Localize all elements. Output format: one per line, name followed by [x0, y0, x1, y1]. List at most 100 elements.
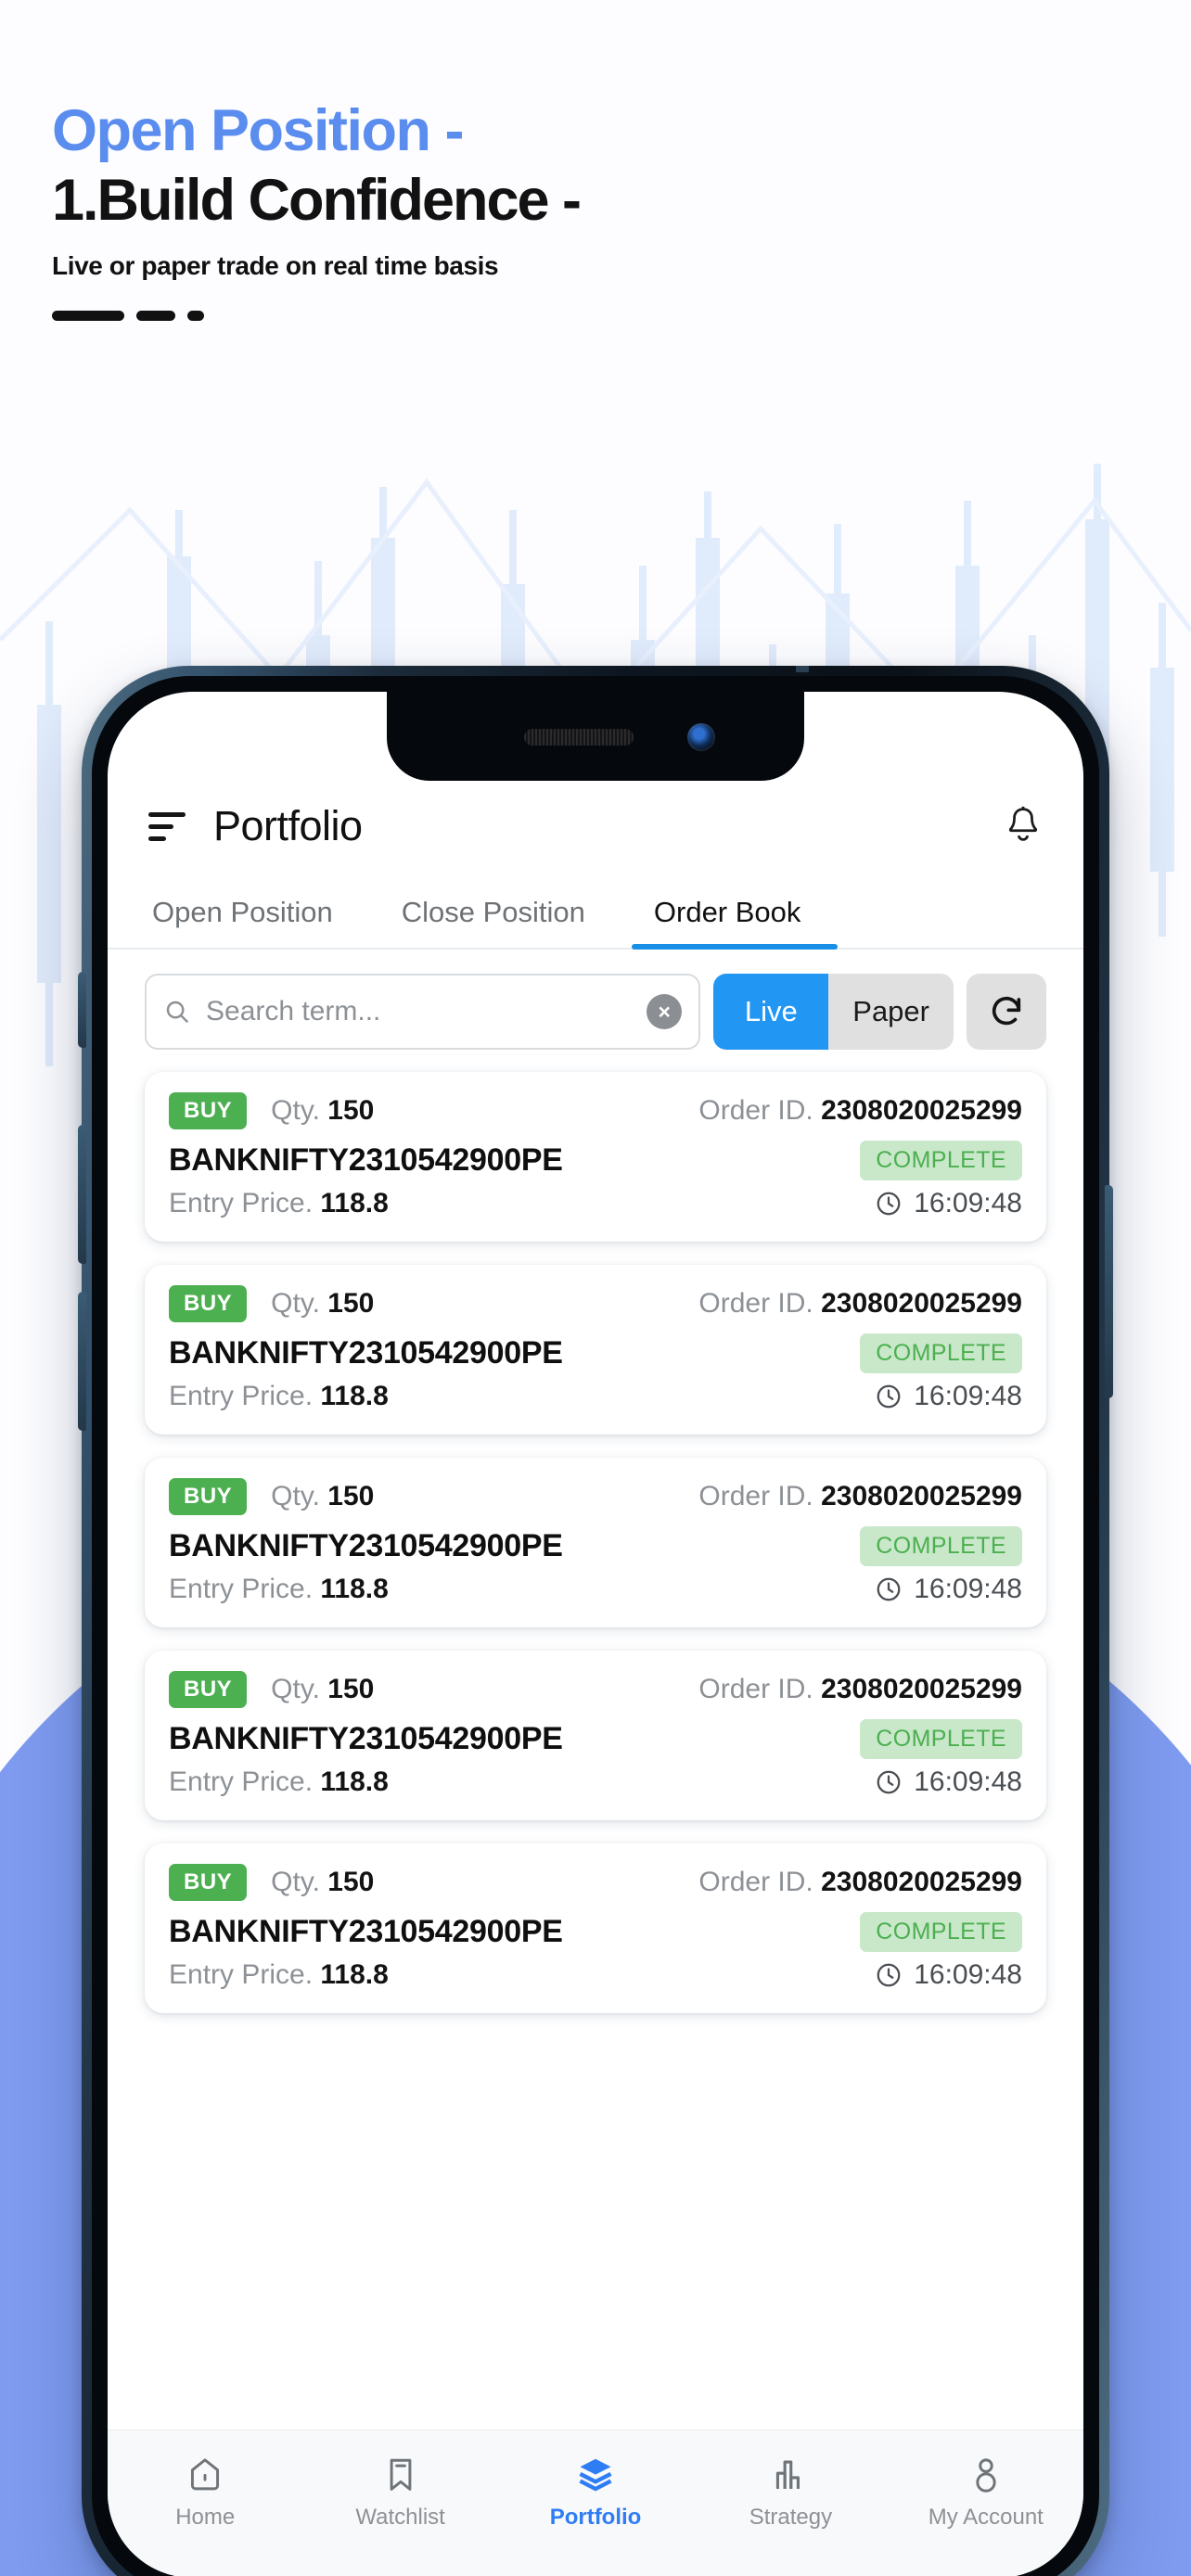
page-title: Portfolio	[213, 802, 363, 849]
order-quantity: Qty. 150	[271, 1481, 374, 1512]
order-id-value: 2308020025299	[821, 1095, 1022, 1126]
order-entry-price: Entry Price. 118.8	[169, 1188, 389, 1219]
bottom-navigation: Home Watchlist Portfolio Strategy My Acc…	[108, 2429, 1083, 2576]
clear-circle-icon[interactable]: ×	[647, 994, 683, 1029]
status-badge: BUY	[169, 1671, 248, 1708]
order-status-badge: COMPLETE	[860, 1912, 1022, 1952]
order-time-value: 16:09:48	[914, 1188, 1022, 1218]
phone-volume-down-button	[78, 1292, 86, 1431]
phone-mute-switch	[78, 972, 86, 1048]
headline-black: 1.Build Confidence -	[52, 167, 582, 233]
promo-page: Open Position - 1.Build Confidence - Liv…	[0, 0, 1191, 2576]
tab-close-position[interactable]: Close Position	[392, 896, 595, 948]
nav-label-portfolio: Portfolio	[549, 2505, 642, 2530]
order-id: Order ID. 2308020025299	[698, 1288, 1022, 1320]
order-card-row-top: BUY Qty. 150 Order ID. 2308020025299	[169, 1478, 1022, 1515]
order-id: Order ID. 2308020025299	[698, 1095, 1022, 1127]
order-quantity-value: 150	[327, 1481, 375, 1511]
home-icon	[191, 2458, 220, 2491]
order-book-list[interactable]: BUY Qty. 150 Order ID. 2308020025299 BAN…	[108, 1065, 1083, 2429]
order-time: 16:09:48	[875, 1959, 1022, 1991]
order-entry-price: Entry Price. 118.8	[169, 1381, 389, 1412]
order-entry-price-value: 118.8	[320, 1766, 389, 1797]
order-card-row-mid: BANKNIFTY2310542900PE COMPLETE	[169, 1141, 1022, 1180]
headline-subtitle: Live or paper trade on real time basis	[52, 251, 499, 281]
order-id: Order ID. 2308020025299	[698, 1867, 1022, 1898]
tab-open-position[interactable]: Open Position	[143, 896, 342, 948]
order-id-label: Order ID.	[698, 1095, 813, 1126]
order-entry-price-label: Entry Price.	[169, 1188, 314, 1218]
order-entry-price-label: Entry Price.	[169, 1381, 314, 1411]
order-card-row-top: BUY Qty. 150 Order ID. 2308020025299	[169, 1092, 1022, 1129]
search-input[interactable]: Search term... ×	[145, 974, 701, 1050]
order-status-badge: COMPLETE	[860, 1526, 1022, 1566]
clock-icon	[877, 1192, 901, 1216]
order-card-row-mid: BANKNIFTY2310542900PE COMPLETE	[169, 1333, 1022, 1373]
nav-label-my-account: My Account	[928, 2505, 1044, 2530]
refresh-button[interactable]	[967, 974, 1046, 1050]
order-card-row-bottom: Entry Price. 118.8 16:09:48	[169, 1188, 1022, 1219]
order-symbol: BANKNIFTY2310542900PE	[169, 1528, 563, 1563]
order-status-badge: COMPLETE	[860, 1333, 1022, 1373]
table-row[interactable]: BUY Qty. 150 Order ID. 2308020025299 BAN…	[145, 1843, 1046, 2013]
order-card-row-mid: BANKNIFTY2310542900PE COMPLETE	[169, 1719, 1022, 1759]
mode-toggle-paper[interactable]: Paper	[828, 974, 954, 1050]
slide-indicator	[52, 311, 580, 322]
status-badge: BUY	[169, 1285, 248, 1322]
table-row[interactable]: BUY Qty. 150 Order ID. 2308020025299 BAN…	[145, 1458, 1046, 1627]
order-quantity-label: Qty.	[271, 1095, 320, 1126]
status-badge: BUY	[169, 1478, 248, 1515]
order-time: 16:09:48	[875, 1574, 1022, 1605]
table-row[interactable]: BUY Qty. 150 Order ID. 2308020025299 BAN…	[145, 1265, 1046, 1435]
bell-icon[interactable]	[1004, 805, 1043, 848]
nav-item-home[interactable]: Home	[108, 2455, 302, 2531]
order-entry-price: Entry Price. 118.8	[169, 1574, 389, 1605]
mode-toggle-group: Live Paper	[713, 974, 954, 1050]
order-entry-price-label: Entry Price.	[169, 1959, 314, 1990]
order-entry-price-value: 118.8	[320, 1959, 389, 1990]
order-card-row-top: BUY Qty. 150 Order ID. 2308020025299	[169, 1864, 1022, 1901]
order-quantity: Qty. 150	[271, 1288, 374, 1320]
order-id-label: Order ID.	[698, 1481, 813, 1511]
table-row[interactable]: BUY Qty. 150 Order ID. 2308020025299 BAN…	[145, 1651, 1046, 1820]
order-status-badge: COMPLETE	[860, 1719, 1022, 1759]
refresh-icon	[992, 996, 1021, 1026]
layers-icon	[579, 2458, 612, 2492]
order-entry-price-label: Entry Price.	[169, 1766, 314, 1797]
order-id-label: Order ID.	[698, 1867, 813, 1897]
order-quantity-value: 150	[327, 1288, 375, 1319]
order-card-row-bottom: Entry Price. 118.8 16:09:48	[169, 1381, 1022, 1412]
order-card-row-bottom: Entry Price. 118.8 16:09:48	[169, 1766, 1022, 1798]
nav-item-watchlist[interactable]: Watchlist	[302, 2455, 497, 2531]
tab-order-book[interactable]: Order Book	[631, 896, 838, 950]
order-id-label: Order ID.	[698, 1288, 813, 1319]
order-time: 16:09:48	[875, 1381, 1022, 1412]
order-card-row-mid: BANKNIFTY2310542900PE COMPLETE	[169, 1912, 1022, 1952]
order-quantity-label: Qty.	[271, 1674, 320, 1704]
order-entry-price: Entry Price. 118.8	[169, 1959, 389, 1991]
search-icon	[166, 1001, 189, 1024]
order-quantity: Qty. 150	[271, 1095, 374, 1127]
phone-notch	[387, 692, 804, 781]
mode-toggle-live[interactable]: Live	[713, 974, 829, 1050]
nav-item-my-account[interactable]: My Account	[889, 2455, 1083, 2531]
nav-label-watchlist: Watchlist	[355, 2505, 445, 2530]
tab-bar: Open Position Close Position Order Book	[108, 864, 1083, 950]
order-id-value: 2308020025299	[821, 1481, 1022, 1511]
order-id-value: 2308020025299	[821, 1867, 1022, 1897]
order-symbol: BANKNIFTY2310542900PE	[169, 1335, 563, 1371]
order-quantity: Qty. 150	[271, 1867, 374, 1898]
order-entry-price: Entry Price. 118.8	[169, 1766, 389, 1798]
status-badge: BUY	[169, 1864, 248, 1901]
order-card-row-bottom: Entry Price. 118.8 16:09:48	[169, 1574, 1022, 1605]
nav-item-strategy[interactable]: Strategy	[693, 2455, 888, 2531]
order-time: 16:09:48	[875, 1188, 1022, 1219]
nav-item-portfolio[interactable]: Portfolio	[498, 2455, 693, 2531]
order-quantity-label: Qty.	[271, 1288, 320, 1319]
phone-screen: Portfolio Open Position Close Position O…	[108, 692, 1083, 2576]
table-row[interactable]: BUY Qty. 150 Order ID. 2308020025299 BAN…	[145, 1072, 1046, 1242]
search-toolbar: Search term... × Live Paper	[108, 950, 1083, 1065]
order-quantity-value: 150	[327, 1867, 375, 1897]
order-quantity-label: Qty.	[271, 1481, 320, 1511]
hamburger-icon[interactable]	[148, 811, 186, 841]
